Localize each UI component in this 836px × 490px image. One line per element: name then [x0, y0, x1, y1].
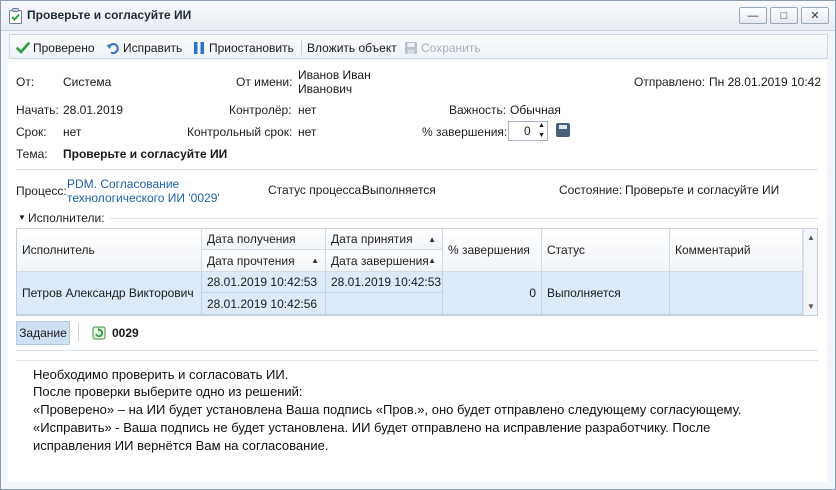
sent-value: Пн 28.01.2019 10:42 — [709, 75, 822, 89]
fix-button-label: Исправить — [123, 40, 183, 55]
cell-status: Выполняется — [542, 272, 670, 315]
close-button[interactable]: ✕ — [801, 7, 829, 24]
process-status-value: Выполняется — [362, 183, 436, 197]
executors-table: Исполнитель Дата получения Дата прочтени… — [16, 228, 818, 316]
cell-accepted-date: 28.01.2019 10:42:53 — [326, 272, 443, 293]
scroll-up-icon[interactable]: ▲ — [807, 233, 815, 242]
state-value: Проверьте и согласуйте ИИ — [625, 183, 780, 197]
sort-ascending-icon: ▲ — [428, 234, 436, 244]
task-clipboard-icon — [9, 8, 22, 24]
suspend-button-label: Приостановить — [209, 40, 294, 55]
minimize-button[interactable]: — — [739, 7, 767, 24]
toolbar: Проверено Исправить Приостановить Вложит… — [9, 34, 828, 59]
pause-icon — [194, 41, 204, 54]
task-number: 0029 — [112, 326, 139, 340]
tab-task[interactable]: Задание — [16, 321, 70, 345]
sort-ascending-icon: ▲ — [428, 256, 436, 265]
column-header-executor[interactable]: Исполнитель — [17, 229, 202, 272]
start-label: Начать: — [16, 103, 59, 117]
floppy-disk-icon — [405, 41, 417, 54]
checked-button-label: Проверено — [33, 40, 95, 55]
task-divider — [16, 350, 818, 351]
task-text-line: исправления ИИ вернётся Вам на согласова… — [33, 438, 329, 453]
control-due-label: Контрольный срок: — [187, 125, 293, 139]
on-behalf-value-line2: Иванович — [298, 82, 353, 96]
start-value: 28.01.2019 — [63, 103, 124, 117]
due-label: Срок: — [16, 125, 47, 139]
cell-executor: Петров Александр Викторович — [17, 272, 202, 315]
title-bar[interactable]: Проверьте и согласуйте ИИ — □ ✕ — [1, 1, 835, 31]
save-button[interactable]: Сохранить — [404, 39, 481, 56]
task-text-line: Необходимо проверить и согласовать ИИ. — [33, 367, 289, 382]
subject-label: Тема: — [16, 147, 48, 161]
sort-ascending-icon: ▲ — [311, 256, 319, 265]
executors-section-label[interactable]: Исполнители: — [28, 211, 105, 225]
maximize-button[interactable]: □ — [770, 7, 798, 24]
controller-value: нет — [298, 103, 317, 117]
subject-value: Проверьте и согласуйте ИИ — [63, 147, 228, 161]
column-header-accepted-date[interactable]: Дата принятия ▲ — [326, 229, 443, 250]
process-label: Процесс: — [16, 184, 67, 198]
column-header-comment[interactable]: Комментарий — [670, 229, 803, 272]
check-icon — [16, 41, 30, 54]
scroll-down-icon[interactable]: ▼ — [807, 302, 815, 311]
task-text-line: «Исправить» - Ваша подпись не будет уста… — [33, 420, 711, 435]
column-header-received-date[interactable]: Дата получения — [202, 229, 326, 250]
from-label: От: — [16, 75, 35, 89]
task-text-line: «Проверено» – на ИИ будет установлена Ва… — [33, 402, 742, 417]
cell-percent: 0 — [443, 272, 542, 315]
attach-object-label: Вложить объект — [307, 40, 397, 55]
window-title: Проверьте и согласуйте ИИ — [27, 8, 192, 22]
on-behalf-value-line1: Иванов Иван — [298, 68, 371, 82]
column-header-status[interactable]: Статус — [542, 229, 670, 272]
column-header-percent[interactable]: % завершения — [443, 229, 542, 272]
stepper-up-icon[interactable]: ▲ — [538, 121, 545, 130]
control-due-value: нет — [298, 125, 317, 139]
suspend-button[interactable]: Приостановить — [192, 39, 294, 56]
percent-label: % завершения: — [422, 125, 508, 139]
fix-button[interactable]: Исправить — [106, 39, 182, 56]
process-status-label: Статус процесса: — [268, 183, 365, 197]
executors-divider — [110, 218, 818, 219]
on-behalf-label: От имени: — [236, 75, 293, 89]
process-link-line2[interactable]: технологического ИИ '0029' — [67, 191, 220, 205]
percent-stepper-value: 0 — [524, 124, 531, 138]
column-header-read-date[interactable]: Дата прочтения ▲ — [202, 250, 326, 272]
stepper-down-icon[interactable]: ▼ — [538, 131, 545, 140]
state-label: Состояние: — [559, 183, 623, 197]
task-text-area[interactable]: Необходимо проверить и согласовать ИИ. П… — [16, 360, 818, 456]
refresh-task-icon — [92, 326, 106, 340]
process-link-line1[interactable]: PDM. Согласование — [67, 177, 179, 191]
cell-comment — [670, 272, 803, 315]
save-percent-icon[interactable] — [556, 123, 570, 137]
header-divider — [16, 169, 818, 170]
sent-label: Отправлено: — [634, 75, 706, 89]
save-button-label: Сохранить — [421, 40, 481, 55]
from-value: Система — [63, 75, 112, 89]
importance-value: Обычная — [510, 103, 561, 117]
controller-label: Контролёр: — [229, 103, 292, 117]
cell-received-date: 28.01.2019 10:42:53 — [202, 272, 326, 293]
cell-completed-date — [326, 293, 443, 315]
due-value: нет — [63, 125, 82, 139]
importance-label: Важность: — [449, 103, 507, 117]
tab-separator — [78, 323, 79, 342]
undo-arrow-icon — [106, 42, 119, 54]
toolbar-separator — [301, 40, 302, 55]
collapse-triangle-icon[interactable]: ▼ — [18, 213, 26, 222]
checked-button[interactable]: Проверено — [16, 39, 95, 56]
table-scrollbar[interactable]: ▲ ▼ — [803, 229, 817, 315]
attach-object-button[interactable]: Вложить объект — [307, 39, 397, 56]
task-text-line: После проверки выберите одно из решений: — [33, 384, 303, 399]
column-header-completed-date[interactable]: Дата завершения ▲ — [326, 250, 443, 272]
cell-read-date: 28.01.2019 10:42:56 — [202, 293, 326, 315]
